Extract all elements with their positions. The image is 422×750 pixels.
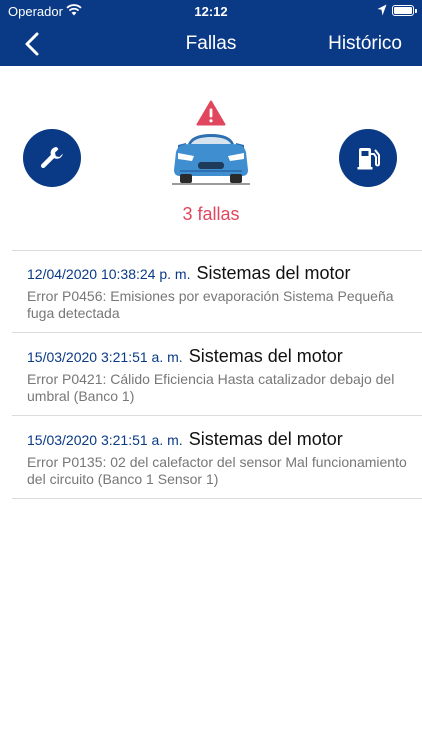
clock: 12:12	[194, 4, 228, 19]
fault-system: Sistemas del motor	[196, 263, 351, 283]
wrench-button[interactable]	[23, 129, 81, 187]
fuel-button[interactable]	[339, 129, 397, 187]
battery-icon	[392, 5, 417, 16]
top-bar: Operador 12:12 Fallas Histórico	[0, 0, 422, 66]
fault-system: Sistemas del motor	[188, 429, 343, 449]
car-icon	[172, 134, 250, 185]
warning-icon	[196, 100, 226, 126]
navigation-bar: Fallas Histórico	[0, 22, 422, 66]
fault-date: 15/03/2020 3:21:51 a. m.	[27, 349, 183, 365]
list-item[interactable]: 15/03/2020 3:21:51 a. m. Sistemas del mot…	[0, 333, 422, 416]
location-arrow-icon	[377, 4, 387, 16]
fuel-pump-icon	[357, 148, 380, 170]
list-item[interactable]: 12/04/2020 10:38:24 p. m. Sistemas del mo…	[0, 250, 422, 333]
fault-date: 15/03/2020 3:21:51 a. m.	[27, 432, 183, 448]
car-status-graphic	[168, 100, 254, 186]
divider	[12, 498, 422, 499]
fault-date: 12/04/2020 10:38:24 p. m.	[27, 266, 191, 282]
fault-system: Sistemas del motor	[188, 346, 343, 366]
fault-count-label: 3 fallas	[182, 204, 240, 224]
fault-description: Error P0421: Cálido Eficiencia Hasta cat…	[27, 371, 395, 404]
fault-description: Error P0135: 02 del calefactor del senso…	[27, 454, 407, 487]
fault-description: Error P0456: Emisiones por evaporación S…	[27, 288, 394, 321]
fault-list: 12/04/2020 10:38:24 p. m. Sistemas del mo…	[0, 250, 422, 499]
list-item[interactable]: 15/03/2020 3:21:51 a. m. Sistemas del mot…	[0, 416, 422, 499]
status-bar: Operador 12:12	[0, 0, 422, 22]
wrench-icon	[40, 147, 63, 169]
history-button[interactable]: Histórico	[328, 33, 402, 55]
